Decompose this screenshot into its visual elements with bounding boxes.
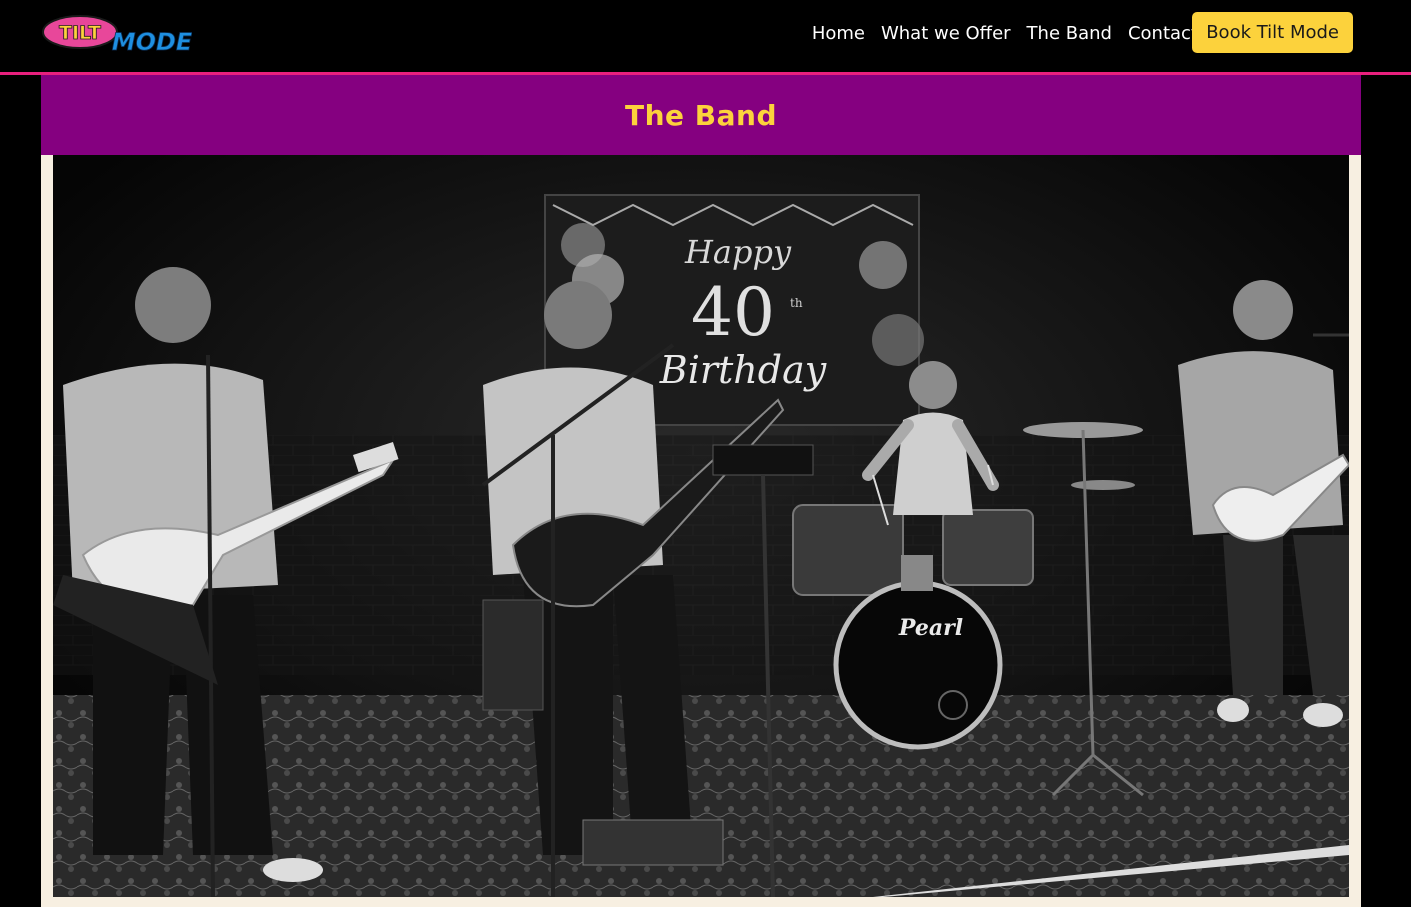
nav-links: Home What we Offer The Band Contact xyxy=(812,0,1198,66)
drum-brand-label: Pearl xyxy=(898,615,963,641)
band-section: The Band Happy 40 th Birthday Pearl xyxy=(41,75,1361,907)
banner-th: th xyxy=(790,296,803,310)
nav-home[interactable]: Home xyxy=(812,23,865,44)
navbar: TILT MODE Home What we Offer The Band Co… xyxy=(0,0,1411,75)
banner-birthday: Birthday xyxy=(659,348,827,392)
section-title: The Band xyxy=(625,98,777,132)
banner-forty: 40 xyxy=(691,274,775,351)
amp xyxy=(482,599,544,711)
tilt-mode-logo[interactable]: TILT MODE xyxy=(42,12,193,60)
logo-text-top: TILT xyxy=(59,22,101,44)
pedalboard xyxy=(582,819,724,866)
logo-text-bottom: MODE xyxy=(112,28,192,56)
book-tilt-mode-button[interactable]: Book Tilt Mode xyxy=(1192,12,1353,53)
band-section-header: The Band xyxy=(41,75,1361,155)
nav-contact[interactable]: Contact xyxy=(1128,23,1198,44)
banner-happy: Happy xyxy=(684,233,792,271)
band-photo-illustration: Happy 40 th Birthday Pearl xyxy=(53,155,1349,897)
nav-what-we-offer[interactable]: What we Offer xyxy=(881,23,1011,44)
band-photo: Happy 40 th Birthday Pearl xyxy=(53,155,1349,897)
nav-the-band[interactable]: The Band xyxy=(1027,23,1112,44)
